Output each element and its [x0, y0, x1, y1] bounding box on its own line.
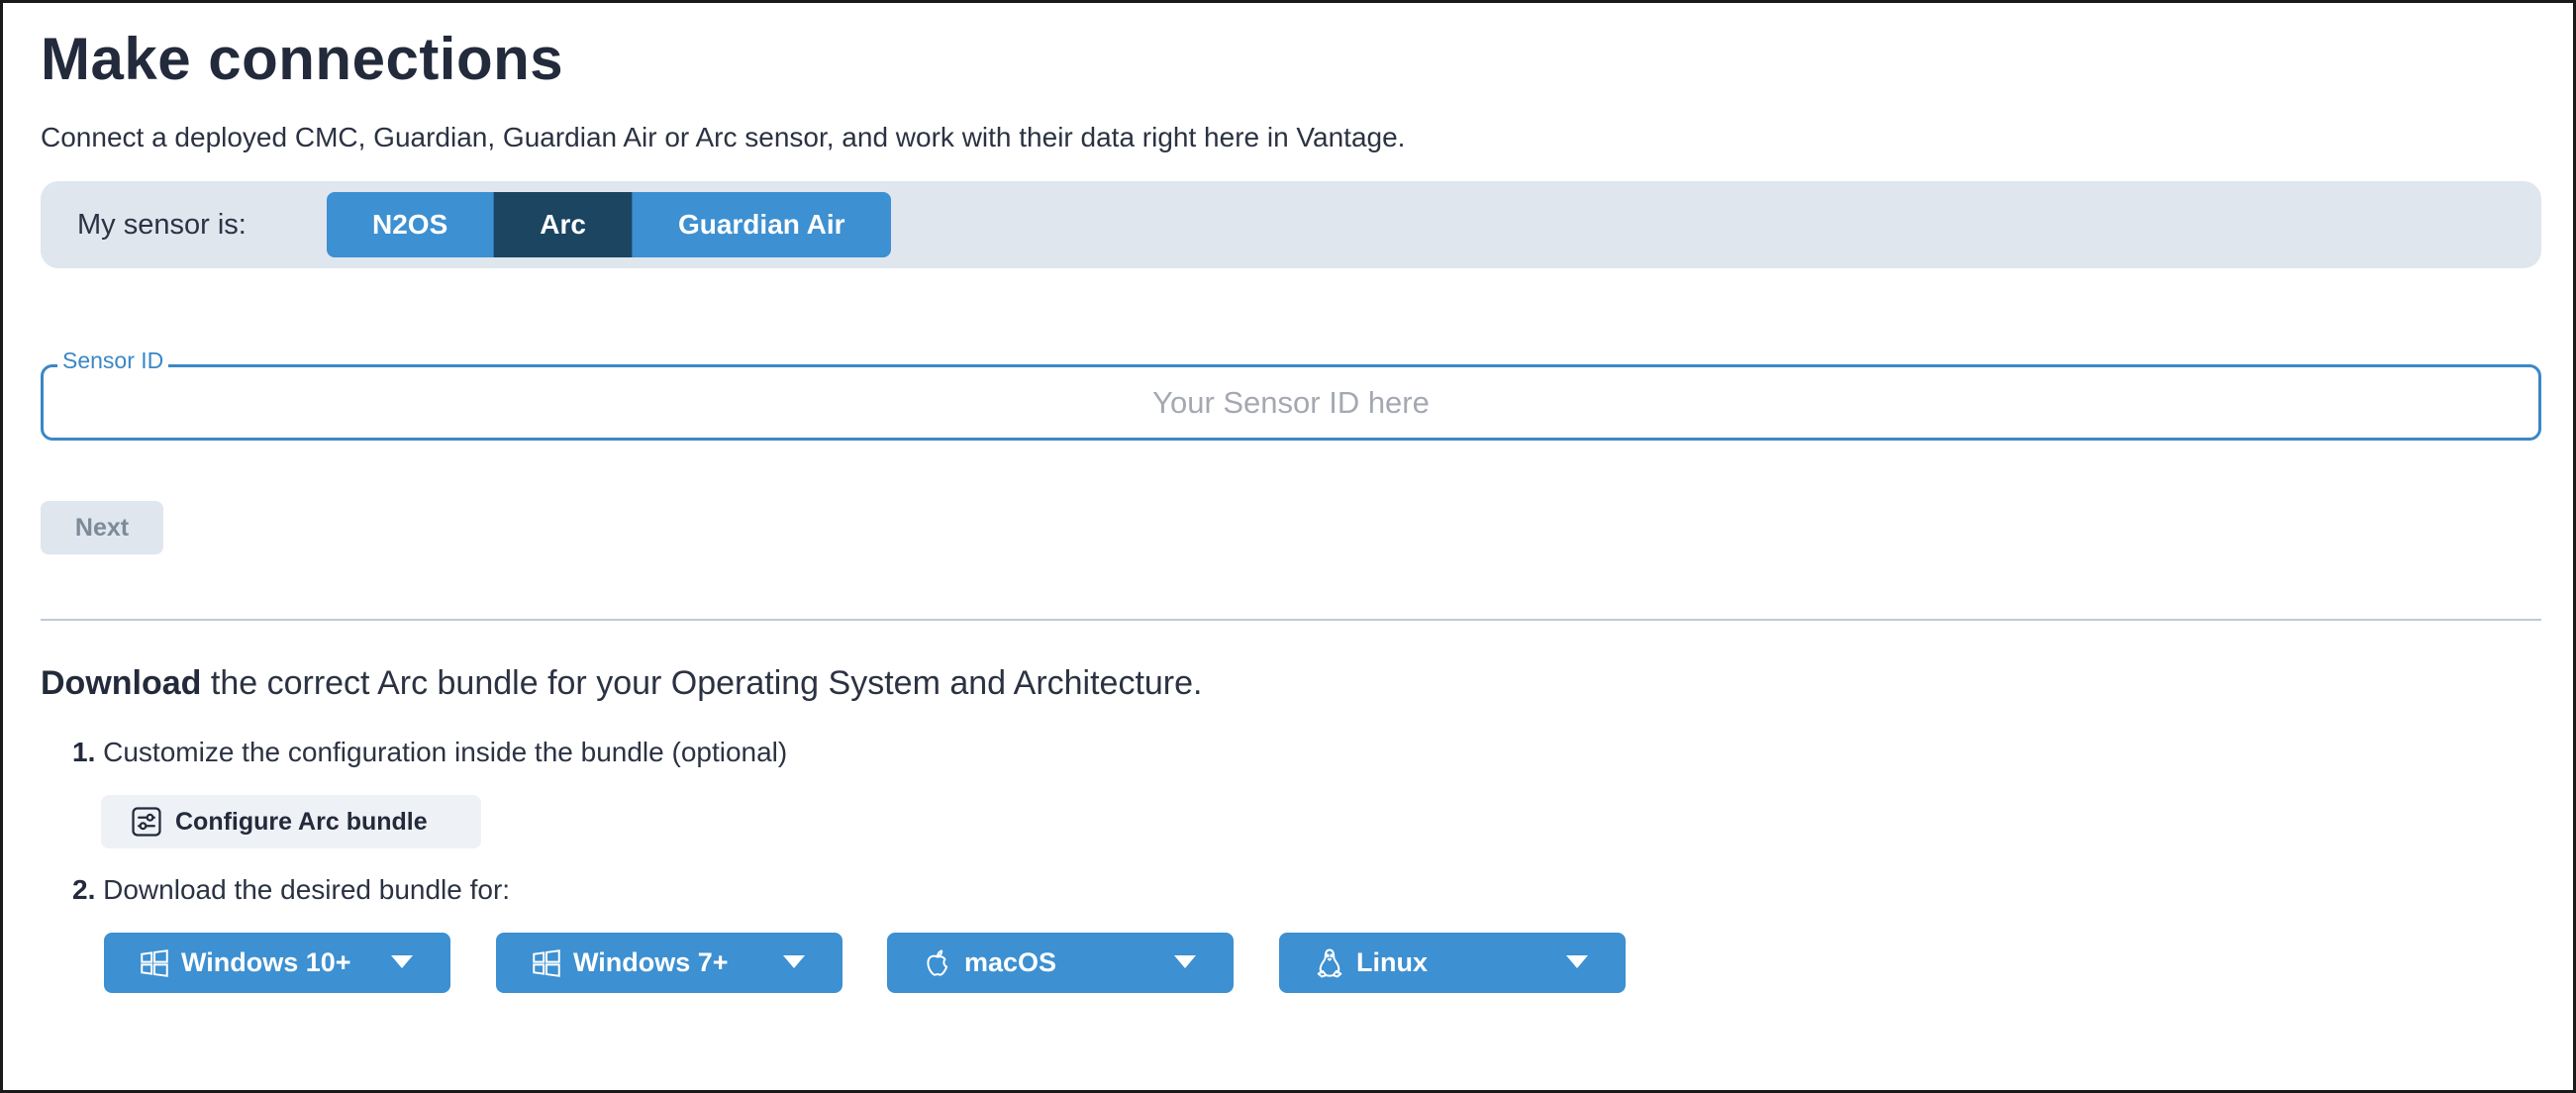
windows-10-label: Windows 10+ [181, 947, 351, 977]
step-2-text: Download the desired bundle for: [103, 874, 511, 905]
sensor-type-segmented-control: N2OS Arc Guardian Air [327, 192, 891, 257]
page-title: Make connections [41, 26, 564, 92]
chevron-down-icon [783, 955, 805, 968]
configure-arc-bundle-label: Configure Arc bundle [175, 807, 428, 836]
windows-icon [141, 948, 168, 977]
sensor-option-guardian-air[interactable]: Guardian Air [631, 192, 891, 257]
configure-arc-bundle-button[interactable]: Configure Arc bundle [101, 795, 481, 848]
sensor-type-label: My sensor is: [77, 209, 247, 241]
sensor-option-arc[interactable]: Arc [493, 192, 632, 257]
sensor-id-input[interactable] [44, 367, 2538, 438]
download-linux-button[interactable]: Linux [1279, 933, 1626, 993]
apple-icon [927, 949, 948, 976]
sliders-icon [132, 807, 161, 837]
section-divider [41, 619, 2541, 621]
step-2: 2. Download the desired bundle for: [72, 874, 510, 906]
sensor-type-bar: My sensor is: N2OS Arc Guardian Air [41, 181, 2541, 268]
step-1-text: Customize the configuration inside the b… [103, 737, 788, 767]
download-macos-button[interactable]: macOS [887, 933, 1234, 993]
download-windows-10-button[interactable]: Windows 10+ [104, 933, 450, 993]
linux-label: Linux [1356, 947, 1428, 977]
linux-icon [1317, 948, 1342, 977]
page-subtitle: Connect a deployed CMC, Guardian, Guardi… [41, 122, 1406, 152]
windows-7-label: Windows 7+ [573, 947, 729, 977]
sensor-option-n2os[interactable]: N2OS [327, 192, 494, 257]
download-windows-7-button[interactable]: Windows 7+ [496, 933, 842, 993]
windows-icon [533, 948, 560, 977]
download-heading-bold: Download [41, 664, 202, 702]
download-heading: Download the correct Arc bundle for your… [41, 664, 1203, 703]
chevron-down-icon [1174, 955, 1196, 968]
download-heading-text: the correct Arc bundle for your Operatin… [201, 664, 1203, 702]
step-1-number: 1. [72, 737, 96, 767]
macos-label: macOS [964, 947, 1057, 977]
step-1: 1. Customize the configuration inside th… [72, 737, 787, 768]
sensor-id-field: Sensor ID [41, 348, 2541, 441]
chevron-down-icon [391, 955, 413, 968]
step-2-number: 2. [72, 874, 96, 905]
chevron-down-icon [1566, 955, 1588, 968]
next-button[interactable]: Next [41, 501, 163, 554]
page-frame: Make connections Connect a deployed CMC,… [0, 0, 2576, 1093]
